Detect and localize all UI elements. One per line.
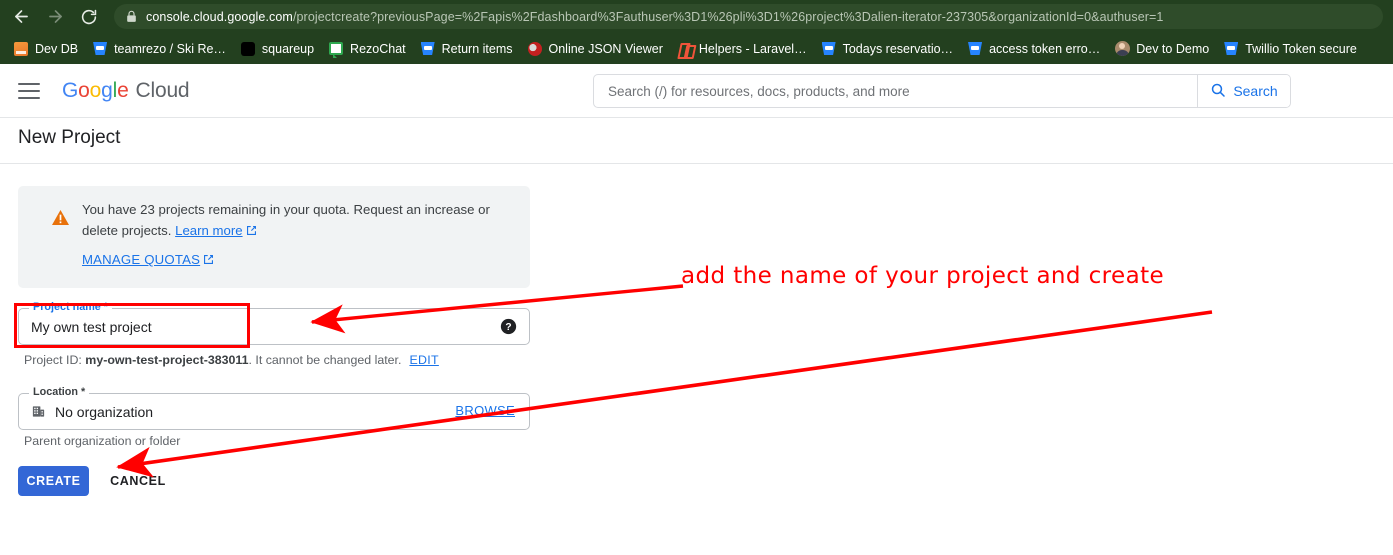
bookmark-dev-db[interactable]: Dev DB (6, 37, 85, 61)
back-icon[interactable] (4, 0, 38, 33)
bookmark-label: access token erro… (989, 41, 1101, 56)
external-link-icon (246, 221, 257, 242)
bitbucket-icon (1223, 41, 1239, 57)
logo-letter: e (117, 78, 129, 102)
project-id-helper: Project ID: my-own-test-project-383011. … (24, 353, 439, 367)
annotation-note: add the name of your project and create (681, 263, 1165, 289)
url-host: console.cloud.google.com (146, 9, 293, 24)
browser-window: console.cloud.google.com/projectcreate?p… (0, 0, 1393, 555)
google-cloud-logo[interactable]: Google Cloud (62, 78, 190, 103)
search-icon (1210, 82, 1226, 101)
quota-message: You have 23 projects remaining in your q… (82, 202, 490, 238)
bookmark-online-json-viewer[interactable]: Online JSON Viewer (520, 37, 670, 61)
project-id-prefix: Project ID: (24, 353, 86, 367)
url-text: console.cloud.google.com/projectcreate?p… (146, 10, 1163, 24)
bookmark-dev-to-demo[interactable]: Dev to Demo (1107, 37, 1216, 61)
bookmark-label: squareup (261, 41, 315, 56)
search-button-label: Search (1233, 83, 1278, 99)
url-path: /projectcreate?previousPage=%2Fapis%2Fda… (292, 9, 1164, 24)
bookmark-squareup[interactable]: squareup (233, 37, 321, 61)
manage-quotas-link[interactable]: MANAGE QUOTAS (82, 252, 214, 268)
logo-letter: o (89, 78, 102, 102)
warning-triangle-icon (51, 209, 71, 227)
logo-letter: G (62, 78, 79, 102)
bookmark-todays-reservations[interactable]: Todays reservatio… (814, 37, 960, 61)
bookmark-label: teamrezo / Ski Re… (114, 41, 226, 56)
location-value-row: No organization (31, 394, 153, 429)
person-icon (1114, 41, 1130, 57)
bookmark-label: Online JSON Viewer (548, 41, 663, 56)
hamburger-menu-icon[interactable] (18, 82, 40, 99)
opera-icon (527, 41, 543, 57)
location-field[interactable]: Location * No organization BROWSE (18, 386, 530, 430)
svg-text:?: ? (505, 322, 511, 333)
lock-icon (126, 10, 137, 23)
external-link-icon (203, 253, 214, 268)
laravel-icon (677, 41, 693, 57)
jira-icon (13, 41, 29, 57)
logo-letter: g (101, 78, 113, 102)
page-title: New Project (18, 127, 121, 148)
logo-letter: o (78, 78, 90, 102)
search-input[interactable] (594, 75, 1197, 107)
bitbucket-icon (92, 41, 108, 57)
search-button[interactable]: Search (1197, 75, 1290, 107)
logo-product: Cloud (135, 78, 190, 102)
bookmark-access-token-error[interactable]: access token erro… (960, 37, 1107, 61)
bookmark-helpers-laravel[interactable]: Helpers - Laravel… (670, 37, 814, 61)
bookmark-label: Return items (441, 41, 513, 56)
bookmark-label: Dev to Demo (1136, 41, 1210, 56)
bookmark-label: Todays reservatio… (842, 41, 954, 56)
bookmark-label: Helpers - Laravel… (698, 41, 807, 56)
browser-toolbar: console.cloud.google.com/projectcreate?p… (0, 0, 1393, 33)
quota-banner-text: You have 23 projects remaining in your q… (82, 199, 507, 242)
global-search[interactable]: Search (593, 74, 1291, 108)
project-id-suffix: . It cannot be changed later. (248, 353, 402, 367)
create-button[interactable]: CREATE (18, 466, 89, 496)
learn-more-link[interactable]: Learn more (175, 223, 242, 238)
project-id-value: my-own-test-project-383011 (85, 353, 249, 367)
bookmark-teamrezo-ski[interactable]: teamrezo / Ski Re… (85, 37, 233, 61)
bookmark-label: Twillio Token secure (1245, 41, 1357, 56)
help-circle-icon[interactable]: ? (500, 318, 517, 340)
bitbucket-icon (420, 41, 436, 57)
forward-icon[interactable] (38, 0, 72, 33)
bookmark-rezochat[interactable]: RezoChat (321, 37, 413, 61)
bitbucket-icon (821, 41, 837, 57)
project-name-field[interactable]: Project name * My own test project ? (18, 301, 530, 345)
reload-icon[interactable] (72, 0, 106, 33)
manage-quotas-label: MANAGE QUOTAS (82, 252, 201, 267)
bookmark-return-items[interactable]: Return items (413, 37, 520, 61)
bookmark-label: Dev DB (35, 41, 79, 56)
bitbucket-icon (967, 41, 983, 57)
address-bar[interactable]: console.cloud.google.com/projectcreate?p… (114, 4, 1383, 29)
title-divider (0, 163, 1393, 164)
chat-icon (328, 41, 344, 58)
edit-project-id-link[interactable]: EDIT (409, 353, 438, 367)
location-helper-text: Parent organization or folder (24, 434, 181, 448)
bookmark-twillio-token-secure[interactable]: Twillio Token secure (1216, 37, 1364, 61)
project-name-value[interactable]: My own test project (31, 309, 152, 344)
quota-banner: You have 23 projects remaining in your q… (18, 186, 530, 288)
square-icon (240, 41, 256, 57)
bookmarks-bar: Dev DB teamrezo / Ski Re… squareup RezoC… (0, 33, 1393, 64)
bookmark-label: RezoChat (350, 41, 406, 56)
cancel-button[interactable]: CANCEL (106, 466, 170, 496)
browse-location-link[interactable]: BROWSE (455, 403, 515, 418)
organization-icon (31, 404, 46, 419)
location-value: No organization (55, 403, 154, 420)
